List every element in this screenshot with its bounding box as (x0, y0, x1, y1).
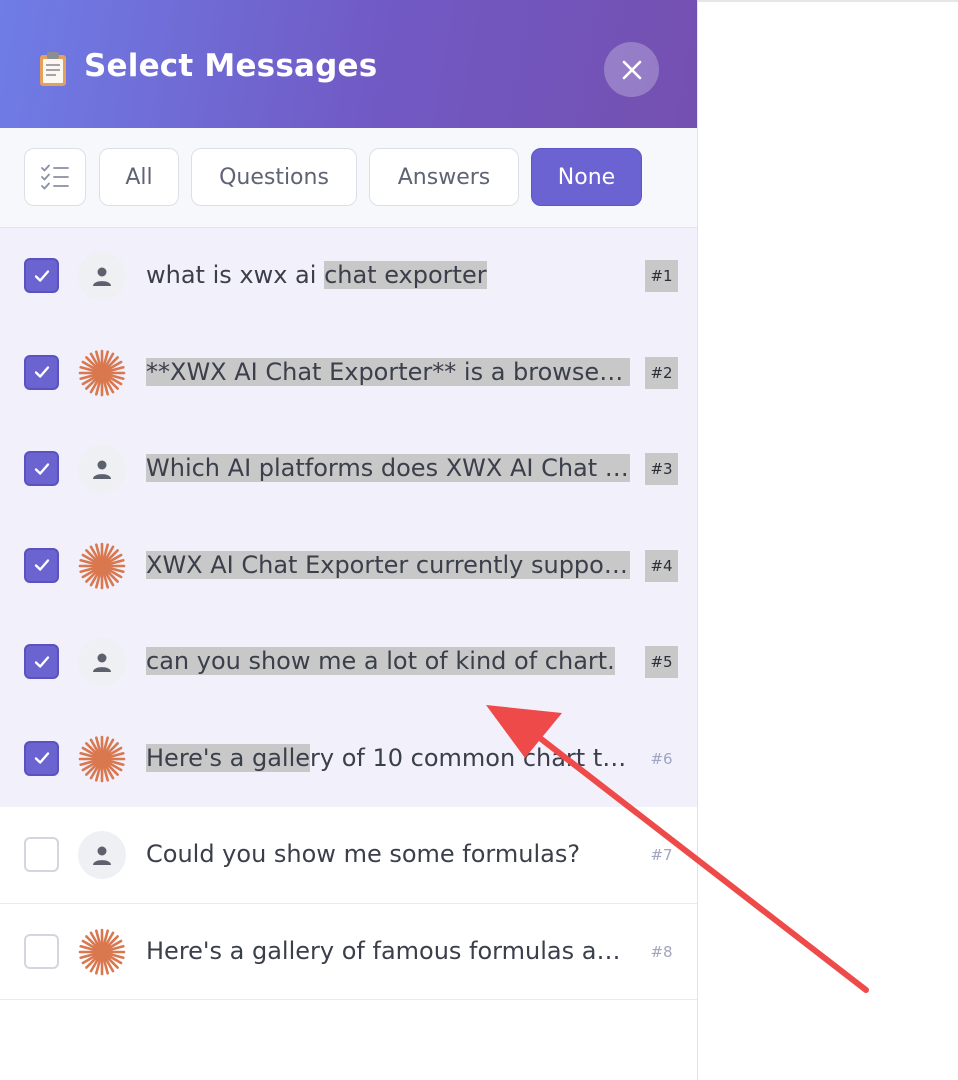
message-preview: Here's a gallery of famous formulas acro… (146, 932, 630, 970)
message-preview: what is xwx ai chat exporter (146, 256, 630, 294)
message-row[interactable]: XWX AI Chat Exporter currently supports … (0, 517, 697, 614)
highlighted-text: **XWX AI Chat Exporter** is a browser ex… (146, 357, 630, 386)
message-preview: XWX AI Chat Exporter currently supports … (146, 546, 630, 584)
close-button[interactable] (604, 42, 659, 97)
message-text: Could you show me some formulas? (146, 840, 581, 868)
message-preview: Which AI platforms does XWX AI Chat Expo… (146, 449, 630, 487)
clipboard-icon (40, 52, 66, 86)
user-avatar-icon (78, 252, 126, 300)
select-none-button[interactable]: None (531, 148, 642, 206)
message-text: Here's a gallery of famous formulas acro… (146, 936, 630, 965)
message-row[interactable]: Which AI platforms does XWX AI Chat Expo… (0, 421, 697, 518)
message-number: #4 (645, 549, 678, 582)
message-preview: Could you show me some formulas? (146, 835, 630, 873)
message-number: #8 (650, 942, 673, 961)
message-preview: **XWX AI Chat Exporter** is a browser ex… (146, 353, 630, 391)
highlighted-text: XWX AI Chat Exporter currently supports … (146, 550, 630, 579)
message-row[interactable]: Here's a gallery of famous formulas acro… (0, 903, 697, 1000)
message-row[interactable]: Here's a gallery of 10 common chart type… (0, 710, 697, 807)
message-checkbox[interactable] (24, 258, 59, 293)
highlighted-text: Which AI platforms does XWX AI Chat Expo… (146, 454, 630, 482)
checkmark-icon (32, 748, 52, 768)
selection-toolbar: All Questions Answers None (0, 128, 697, 228)
panel-title: Select Messages (84, 48, 378, 84)
message-number: #1 (645, 260, 678, 292)
message-checkbox[interactable] (24, 740, 59, 776)
select-answers-button[interactable]: Answers (369, 148, 519, 206)
checkmark-icon (32, 362, 52, 382)
message-row[interactable]: what is xwx ai chat exporter #1 (0, 228, 697, 325)
window-top-border (698, 0, 958, 2)
highlighted-text: Here's a galle (146, 743, 311, 772)
message-number: #2 (645, 356, 678, 389)
message-preview: Here's a gallery of 10 common chart type… (146, 739, 630, 777)
checkmark-icon (32, 555, 52, 575)
message-number: #7 (650, 846, 673, 864)
user-avatar-icon (78, 831, 126, 879)
assistant-avatar-icon (78, 349, 126, 397)
assistant-avatar-icon (78, 735, 126, 783)
message-row[interactable]: can you show me a lot of kind of chart. #… (0, 614, 697, 711)
select-all-button[interactable]: All (99, 148, 179, 206)
message-checkbox[interactable] (24, 547, 59, 583)
assistant-avatar-icon (78, 928, 126, 976)
message-row[interactable]: Could you show me some formulas? #7 (0, 807, 697, 904)
user-avatar-icon (78, 445, 126, 493)
panel-header: Select Messages (0, 0, 697, 128)
message-checkbox[interactable] (24, 451, 59, 486)
toggle-list-button[interactable] (24, 148, 86, 206)
message-list: what is xwx ai chat exporter #1 **XWX AI C… (0, 228, 697, 1000)
checkmark-icon (32, 266, 52, 286)
message-text: what is xwx ai (146, 261, 325, 289)
highlighted-text: chat exporter (324, 261, 487, 289)
message-number: #5 (645, 646, 678, 678)
message-checkbox[interactable] (24, 933, 59, 969)
assistant-avatar-icon (78, 542, 126, 590)
highlighted-text: can you show me a lot of kind of chart. (146, 647, 615, 675)
message-preview: can you show me a lot of kind of chart. (146, 642, 630, 680)
message-row[interactable]: **XWX AI Chat Exporter** is a browser ex… (0, 324, 697, 421)
message-number: #6 (650, 749, 673, 768)
checkmark-icon (32, 459, 52, 479)
select-questions-button[interactable]: Questions (191, 148, 357, 206)
message-text: ry of 10 common chart types you can use (310, 743, 630, 772)
message-checkbox[interactable] (24, 837, 59, 872)
close-icon (622, 60, 641, 79)
message-checkbox[interactable] (24, 354, 59, 390)
select-messages-panel: Select Messages All Questions Answers No… (0, 0, 698, 1080)
user-avatar-icon (78, 638, 126, 686)
message-number: #3 (645, 453, 678, 485)
checkmark-icon (32, 652, 52, 672)
checklist-icon (41, 164, 69, 190)
message-checkbox[interactable] (24, 644, 59, 679)
